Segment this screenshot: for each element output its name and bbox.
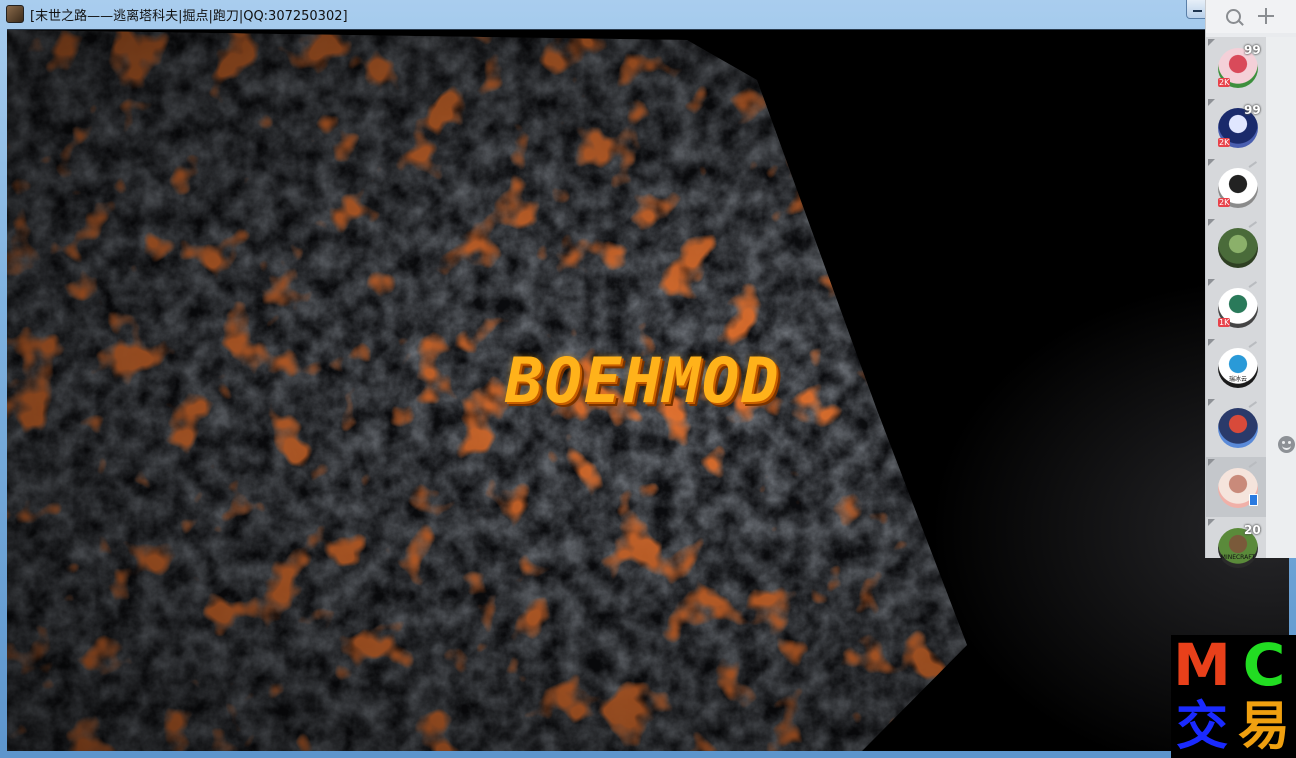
muted-icon — [1248, 221, 1261, 233]
watermark-char: M — [1173, 631, 1231, 699]
unread-count-badge: 99 — [1244, 103, 1261, 117]
unread-count-badge: 20 — [1244, 523, 1261, 537]
member-level-badge: 2K — [1218, 138, 1231, 147]
corner-mark-icon — [1208, 219, 1215, 226]
contact-item[interactable]: 99 2K — [1206, 97, 1266, 157]
muted-icon — [1248, 161, 1261, 173]
contact-item[interactable]: MINECRAFT 20 — [1206, 517, 1266, 577]
game-window: [末世之路——逃离塔科夫|掘点|跑刀|QQ:307250302] BOEHMOD… — [0, 0, 1296, 758]
corner-mark-icon — [1208, 519, 1215, 526]
title-bar[interactable]: [末世之路——逃离塔科夫|掘点|跑刀|QQ:307250302] — [0, 0, 1296, 28]
watermark-char: 易 — [1237, 697, 1290, 757]
boehmod-logo: BOEHMOD — [505, 344, 781, 417]
contact-avatar — [1218, 408, 1258, 448]
corner-mark-icon — [1208, 399, 1215, 406]
contact-item[interactable] — [1206, 217, 1266, 277]
muted-icon — [1248, 461, 1261, 473]
watermark-char: 交 — [1175, 697, 1228, 757]
muted-icon — [1248, 281, 1261, 293]
mc-trade-watermark: MC交易 — [1171, 635, 1296, 758]
avatar-caption: 瑞冰云 — [1228, 376, 1247, 383]
game-viewport[interactable]: BOEHMOD — [7, 29, 1289, 751]
contact-item[interactable]: 99 2K — [1206, 37, 1266, 97]
corner-mark-icon — [1208, 279, 1215, 286]
search-icon[interactable] — [1226, 9, 1241, 24]
member-level-badge: 2K — [1218, 78, 1231, 87]
smiley-icon[interactable] — [1278, 436, 1295, 453]
unread-count-badge: 99 — [1244, 43, 1261, 57]
corner-mark-icon — [1208, 159, 1215, 166]
plus-icon[interactable] — [1258, 8, 1274, 24]
member-level-badge: 1K — [1218, 318, 1231, 327]
contact-avatar — [1218, 228, 1258, 268]
qq-panel-header — [1206, 0, 1296, 33]
muted-icon — [1248, 341, 1261, 353]
qq-panel-side-strip — [1266, 37, 1296, 558]
contact-item[interactable]: 1K — [1206, 277, 1266, 337]
contact-item[interactable] — [1206, 397, 1266, 457]
corner-mark-icon — [1208, 99, 1215, 106]
avatar-caption: MINECRAFT — [1220, 554, 1256, 561]
contact-list: 99 2K 99 2K 2K 1K 瑞冰云 MINECRAFT 20 — [1206, 37, 1266, 568]
corner-mark-icon — [1208, 39, 1215, 46]
contact-item[interactable] — [1206, 457, 1266, 517]
watermark-char: C — [1242, 631, 1286, 699]
corner-mark-icon — [1208, 459, 1215, 466]
window-title: [末世之路——逃离塔科夫|掘点|跑刀|QQ:307250302] — [30, 9, 348, 24]
app-icon — [6, 5, 24, 23]
contact-item[interactable]: 瑞冰云 — [1206, 337, 1266, 397]
corner-mark-icon — [1208, 339, 1215, 346]
muted-icon — [1248, 401, 1261, 413]
contact-avatar: 瑞冰云 — [1218, 348, 1258, 388]
device-status-icon — [1249, 494, 1258, 506]
contact-item[interactable]: 2K — [1206, 157, 1266, 217]
member-level-badge: 2K — [1218, 198, 1231, 207]
